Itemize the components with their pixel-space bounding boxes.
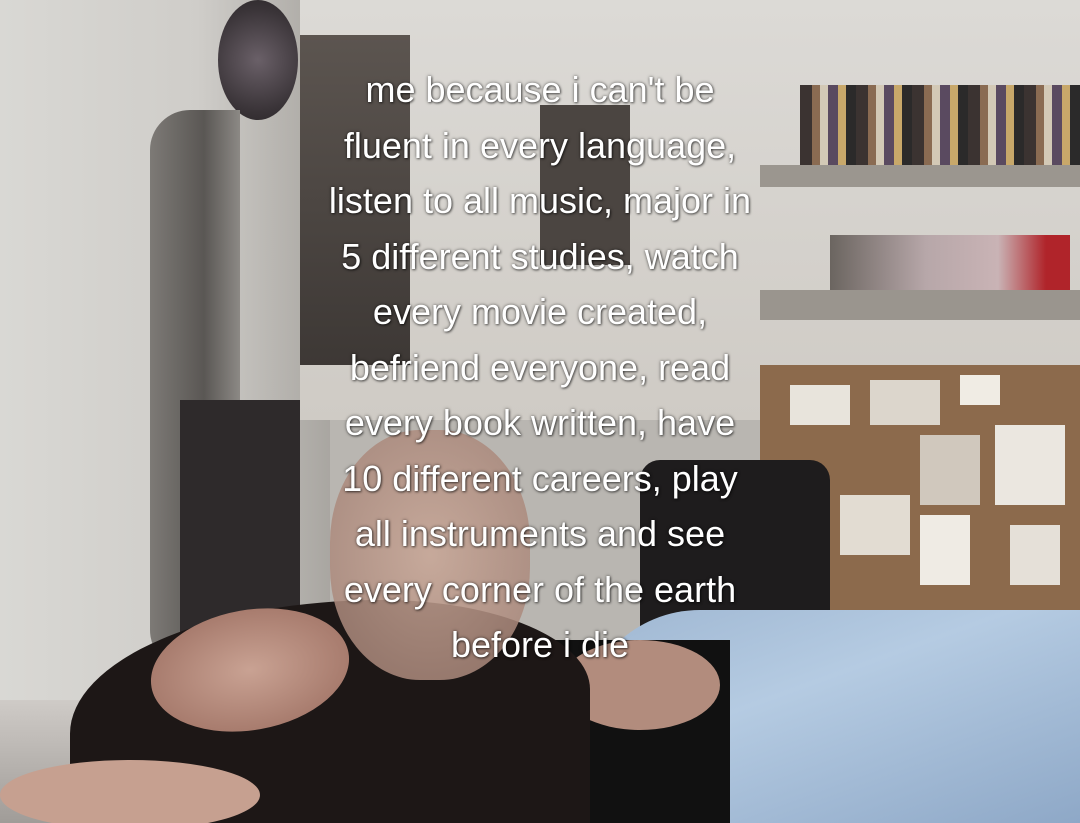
caption-overlay: me because i can't be fluent in every la… [190, 62, 890, 673]
caption-line: every book written, have [344, 402, 736, 443]
caption-line: 10 different careers, play [342, 457, 738, 499]
caption-line: every movie created, [372, 291, 708, 332]
person-arm [0, 760, 260, 823]
caption-line: me because i can't be [365, 69, 715, 110]
caption-line: every corner of the earth [343, 568, 737, 610]
caption-line: befriend everyone, read [349, 346, 731, 388]
caption-line: listen to all music, major in [328, 180, 752, 221]
caption-line: 5 different studies, watch [341, 235, 739, 277]
caption-line: fluent in every language, [343, 124, 737, 166]
caption-line: all instruments and see [354, 513, 726, 554]
caption-line: before i die [450, 624, 630, 665]
